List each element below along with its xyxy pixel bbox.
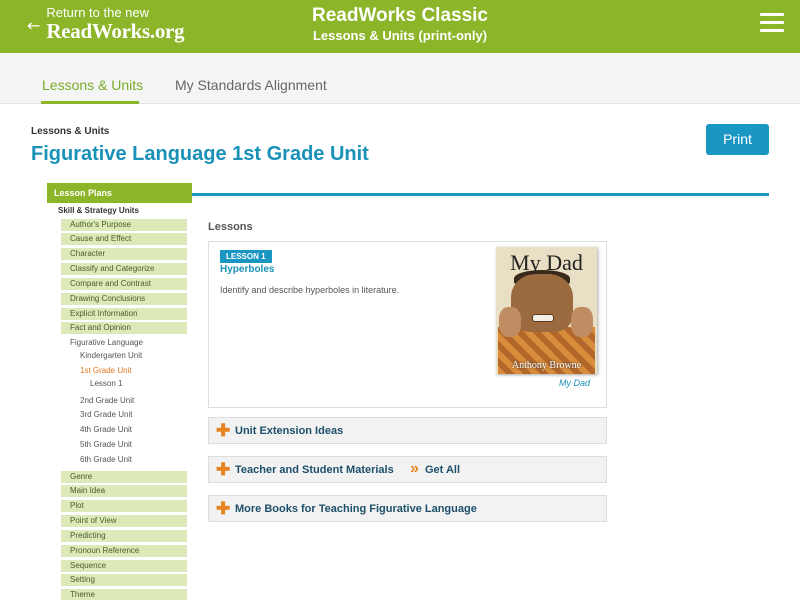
skill-strategy-units-heading[interactable]: Skill & Strategy Units <box>58 206 139 215</box>
sidebar-item-cause-and-effect[interactable]: Cause and Effect <box>61 233 187 245</box>
sidebar-item-classify-and-categorize[interactable]: Classify and Categorize <box>61 263 187 275</box>
site-title-block: ReadWorks Classic Lessons & Units (print… <box>0 5 800 45</box>
lessons-heading: Lessons <box>208 221 253 233</box>
sidebar-item-setting[interactable]: Setting <box>61 574 187 586</box>
top-bar: ← Return to the new ReadWorks.org ReadWo… <box>0 0 800 53</box>
accordion-teacher-student-materials[interactable]: ✚ Teacher and Student Materials » Get Al… <box>208 456 607 483</box>
sidebar-item-point-of-view[interactable]: Point of View <box>61 515 187 527</box>
sidebar-item-compare-and-contrast[interactable]: Compare and Contrast <box>61 278 187 290</box>
lesson-description: Identify and describe hyperboles in lite… <box>220 285 400 295</box>
sidebar-subitem-kindergarten-unit[interactable]: Kindergarten Unit <box>80 350 142 362</box>
sidebar-item-explicit-information[interactable]: Explicit Information <box>61 308 187 320</box>
plus-icon: ✚ <box>216 421 231 440</box>
tab-lessons-units[interactable]: Lessons & Units <box>42 77 143 93</box>
print-button[interactable]: Print <box>706 124 769 155</box>
lesson-card: LESSON 1 Hyperboles Identify and describ… <box>208 241 607 408</box>
page-title: Figurative Language 1st Grade Unit <box>31 143 369 165</box>
sidebar-subitem-6th-grade-unit[interactable]: 6th Grade Unit <box>80 454 132 466</box>
plus-icon: ✚ <box>216 460 231 479</box>
book-cover-image[interactable]: My Dad Anthony Browne <box>496 247 597 374</box>
sidebar-item-main-idea[interactable]: Main Idea <box>61 485 187 497</box>
accordion-label: More Books for Teaching Figurative Langu… <box>235 503 477 515</box>
sidebar-item-fact-and-opinion[interactable]: Fact and Opinion <box>61 322 187 334</box>
get-all-link[interactable]: Get All <box>425 464 460 476</box>
sidebar-item-figurative-language[interactable]: Figurative Language <box>70 337 143 349</box>
site-title: ReadWorks Classic <box>311 5 488 26</box>
accordion-more-books[interactable]: ✚ More Books for Teaching Figurative Lan… <box>208 495 607 522</box>
sidebar-subitem-4th-grade-unit[interactable]: 4th Grade Unit <box>80 424 132 436</box>
sidebar-item-genre[interactable]: Genre <box>61 471 187 483</box>
sidebar-subitem-lesson-1[interactable]: Lesson 1 <box>90 378 122 390</box>
book-title-link[interactable]: My Dad <box>559 378 590 388</box>
hamburger-icon[interactable] <box>760 13 784 33</box>
double-chevron-right-icon: » <box>410 460 419 477</box>
sidebar-item-drawing-conclusions[interactable]: Drawing Conclusions <box>61 293 187 305</box>
accordion-label: Unit Extension Ideas <box>235 425 344 437</box>
lesson-title-link[interactable]: Hyperboles <box>220 264 274 275</box>
sub-navigation: Lessons & Units My Standards Alignment <box>0 53 800 104</box>
sidebar-subitem-2nd-grade-unit[interactable]: 2nd Grade Unit <box>80 395 134 407</box>
breadcrumb[interactable]: Lessons & Units <box>31 126 109 137</box>
sidebar-item-character[interactable]: Character <box>61 248 187 260</box>
accordion-unit-extension-ideas[interactable]: ✚ Unit Extension Ideas <box>208 417 607 444</box>
lesson-plans-header[interactable]: Lesson Plans <box>47 183 192 203</box>
sidebar-item-predicting[interactable]: Predicting <box>61 530 187 542</box>
tab-my-standards-alignment[interactable]: My Standards Alignment <box>175 77 327 93</box>
lesson-number-badge: LESSON 1 <box>220 250 272 263</box>
sidebar-subitem-3rd-grade-unit[interactable]: 3rd Grade Unit <box>80 409 132 421</box>
sidebar-item-authors-purpose[interactable]: Author's Purpose <box>61 219 187 231</box>
book-cover-author: Anthony Browne <box>511 360 582 371</box>
book-cover-title: My Dad <box>510 250 583 275</box>
sidebar-subitem-5th-grade-unit[interactable]: 5th Grade Unit <box>80 439 132 451</box>
plus-icon: ✚ <box>216 499 231 518</box>
sidebar-item-sequence[interactable]: Sequence <box>61 560 187 572</box>
sidebar-subitem-1st-grade-unit[interactable]: 1st Grade Unit <box>80 365 132 377</box>
site-subtitle: Lessons & Units (print-only) <box>312 28 488 43</box>
sidebar-item-theme[interactable]: Theme <box>61 589 187 600</box>
sidebar-item-pronoun-reference[interactable]: Pronoun Reference <box>61 545 187 557</box>
accordion-label: Teacher and Student Materials <box>235 464 394 476</box>
active-tab-indicator <box>41 101 139 104</box>
sidebar-item-plot[interactable]: Plot <box>61 500 187 512</box>
